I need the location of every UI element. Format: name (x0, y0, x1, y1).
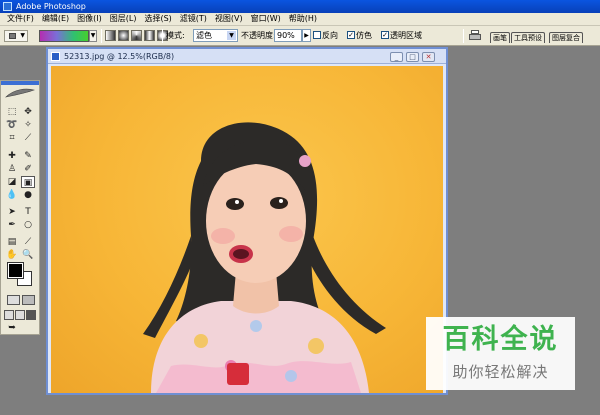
standard-mode-button[interactable] (7, 295, 20, 305)
toolbox: ⬚ ✥ ➰ ✧ ⌗ ⟋ ✚ ✎ ♙ ✐ ◪ ▣ 💧 ● ➤ T ✒ ○ ▤ ⟋ … (0, 80, 40, 335)
dodge-tool-icon[interactable]: ● (21, 189, 35, 201)
brush-tool-icon[interactable]: ✎ (21, 150, 35, 162)
portrait-photo (143, 122, 386, 393)
menu-help[interactable]: 帮助(H) (285, 13, 321, 25)
close-button[interactable]: ✕ (422, 52, 435, 62)
zoom-tool-icon[interactable]: 🔍 (21, 249, 35, 261)
menu-edit[interactable]: 编辑(E) (38, 13, 73, 25)
crop-tool-icon[interactable]: ⌗ (5, 132, 19, 144)
palette-well: 画笔 工具预设 图层复合 (487, 28, 600, 44)
app-title: Adobe Photoshop (16, 2, 86, 11)
path-selection-tool-icon[interactable]: ➤ (5, 206, 19, 218)
opacity-value: 90% (277, 31, 295, 40)
menu-view[interactable]: 视图(V) (211, 13, 247, 25)
maximize-button[interactable]: □ (406, 52, 419, 62)
document-title: 52313.jpg @ 12.5%(RGB/8) (64, 52, 175, 61)
divider (101, 29, 102, 43)
watermark-title: 百科全说 (442, 324, 559, 355)
opacity-input[interactable]: 90% (274, 29, 302, 42)
hand-tool-icon[interactable]: ✋ (5, 249, 19, 261)
history-brush-tool-icon[interactable]: ✐ (21, 163, 35, 175)
mode-select[interactable]: 滤色 ▼ (193, 29, 238, 42)
dither-label: 仿色 (356, 31, 372, 40)
watermark-subtitle: 助你轻松解决 (452, 363, 549, 381)
gradient-tool-icon (9, 33, 16, 39)
move-tool-icon[interactable]: ✥ (21, 106, 35, 118)
quick-mask-mode-button[interactable] (22, 295, 35, 305)
screen-mode-full-button[interactable] (26, 310, 36, 320)
tab-tool-presets[interactable]: 工具预设 (511, 32, 545, 43)
eraser-tool-icon[interactable]: ◪ (5, 176, 19, 188)
reverse-checkbox[interactable] (313, 31, 321, 39)
tab-brushes[interactable]: 画笔 (490, 32, 510, 43)
clone-stamp-tool-icon[interactable]: ♙ (5, 163, 19, 175)
angle-gradient-button[interactable] (131, 30, 142, 41)
tab-layer-comps[interactable]: 图层复合 (549, 32, 583, 43)
gradient-swatch[interactable] (39, 30, 89, 42)
radial-gradient-button[interactable] (118, 30, 129, 41)
menu-bar: 文件(F) 编辑(E) 图像(I) 图层(L) 选择(S) 滤镜(T) 视图(V… (0, 13, 600, 26)
mode-value: 滤色 (196, 31, 212, 40)
gradient-tool-icon[interactable]: ▣ (21, 176, 35, 188)
transparency-checkbox[interactable]: ✓ (381, 31, 389, 39)
lasso-tool-icon[interactable]: ➰ (5, 119, 19, 131)
menu-filter[interactable]: 滤镜(T) (176, 13, 211, 25)
healing-brush-tool-icon[interactable]: ✚ (5, 150, 19, 162)
linear-gradient-button[interactable] (105, 30, 116, 41)
imageready-jump-icon[interactable]: ➥ (5, 322, 19, 334)
divider (463, 29, 464, 43)
menu-file[interactable]: 文件(F) (3, 13, 38, 25)
menu-window[interactable]: 窗口(W) (247, 13, 285, 25)
toolbox-header (1, 81, 39, 85)
chevron-down-icon: ▼ (227, 31, 236, 40)
marquee-tool-icon[interactable]: ⬚ (5, 106, 19, 118)
divider (162, 29, 163, 43)
chevron-down-icon: ▼ (20, 32, 25, 39)
watermark-logo: 百科全说 助你轻松解决 (426, 317, 575, 390)
eyedropper-tool-icon[interactable]: ⟋ (21, 236, 35, 248)
photoshop-logo-icon (3, 2, 12, 11)
feather-logo-icon (5, 88, 36, 98)
minimize-button[interactable]: _ (390, 52, 403, 62)
reverse-label: 反向 (322, 31, 338, 40)
tool-preset-picker[interactable]: ▼ (4, 30, 28, 42)
notes-tool-icon[interactable]: ▤ (5, 236, 19, 248)
menu-layer[interactable]: 图层(L) (106, 13, 141, 25)
screen-mode-full-menu-button[interactable] (15, 310, 25, 320)
app-title-bar: Adobe Photoshop (0, 0, 600, 13)
type-tool-icon[interactable]: T (21, 206, 35, 218)
document-window: 52313.jpg @ 12.5%(RGB/8) _ □ ✕ (46, 47, 448, 395)
opacity-label: 不透明度: (241, 31, 276, 40)
document-icon (51, 52, 60, 61)
blur-tool-icon[interactable]: 💧 (5, 189, 19, 201)
menu-image[interactable]: 图像(I) (73, 13, 106, 25)
menu-select[interactable]: 选择(S) (140, 13, 175, 25)
pen-tool-icon[interactable]: ✒ (5, 219, 19, 231)
mode-label: 模式: (166, 31, 185, 40)
image-canvas[interactable] (51, 66, 443, 393)
document-title-bar[interactable]: 52313.jpg @ 12.5%(RGB/8) _ □ ✕ (48, 49, 446, 64)
screen-mode-standard-button[interactable] (4, 310, 14, 320)
print-icon[interactable] (469, 30, 481, 41)
reflected-gradient-button[interactable] (144, 30, 155, 41)
foreground-color-swatch[interactable] (7, 262, 24, 279)
transparency-label: 透明区域 (390, 31, 422, 40)
dither-checkbox[interactable]: ✓ (347, 31, 355, 39)
opacity-slider-arrow[interactable]: ▶ (302, 29, 311, 42)
shape-tool-icon[interactable]: ○ (21, 219, 35, 231)
slice-tool-icon[interactable]: ⟋ (21, 132, 35, 144)
magic-wand-tool-icon[interactable]: ✧ (21, 119, 35, 131)
gradient-picker-arrow[interactable]: ▼ (89, 30, 97, 42)
